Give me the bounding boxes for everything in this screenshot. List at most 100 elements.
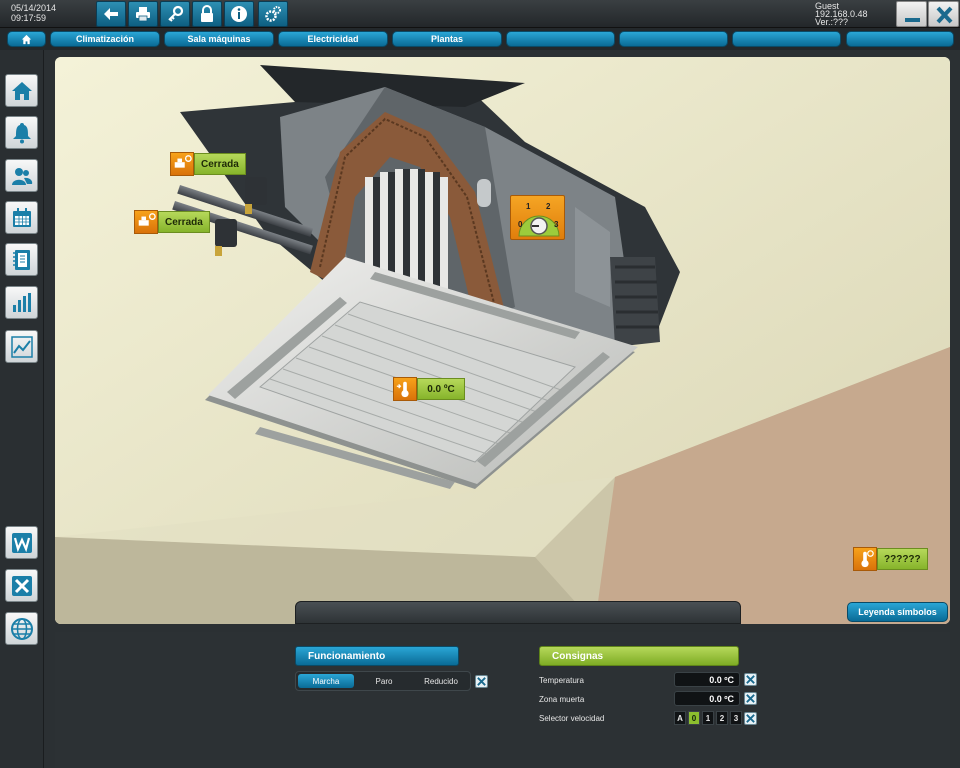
settings-button[interactable] [258, 1, 288, 27]
sidebar-line-chart-button[interactable] [5, 330, 38, 363]
temperatura-setpoint-field[interactable]: 0.0 ºC [674, 672, 740, 687]
speed-option-3[interactable]: 3 [730, 711, 742, 725]
fan-coil-illustration [55, 57, 950, 624]
sidebar [0, 50, 44, 768]
scene-bottom-tab [295, 601, 741, 624]
info-icon [231, 6, 247, 22]
sidebar-notebook-button[interactable] [5, 243, 38, 276]
tab-empty-2[interactable] [619, 31, 728, 47]
key-icon [168, 5, 184, 22]
tools-icon [746, 714, 755, 723]
zona-muerta-label: Zona muerta [539, 695, 585, 704]
tools-icon [477, 677, 486, 686]
selector-velocidad-edit-button[interactable] [744, 712, 757, 725]
tab-climatizacion[interactable]: Climatización [50, 31, 160, 47]
fan-coil-scene: Cerrada Cerrada 0 1 2 3 0.0 ºC ?????? [55, 57, 950, 624]
speed-option-0[interactable]: 0 [688, 711, 700, 725]
thermometer-icon [393, 377, 417, 401]
sidebar-users-button[interactable] [5, 159, 38, 192]
option-reducido[interactable]: Reducido [413, 674, 469, 688]
speed-mark-1: 1 [526, 202, 531, 211]
version-text: Ver.:??? [815, 17, 849, 27]
valve-icon [170, 152, 194, 176]
notebook-icon [12, 249, 30, 270]
home-icon [11, 81, 32, 100]
date-text: 05/14/2014 [11, 3, 57, 13]
back-button[interactable] [96, 1, 126, 27]
zona-muerta-field[interactable]: 0.0 ºC [674, 691, 740, 706]
tab-sala-maquinas[interactable]: Sala máquinas [164, 31, 274, 47]
print-icon [136, 7, 150, 22]
tab-empty-3[interactable] [732, 31, 841, 47]
tools-icon [746, 675, 755, 684]
sidebar-calendar-button[interactable] [5, 201, 38, 234]
time-text: 09:17:59 [11, 13, 47, 23]
print-button[interactable] [128, 1, 158, 27]
fan-speed-indicator[interactable]: 0 1 2 3 [510, 195, 565, 240]
temperatura-label: Temperatura [539, 676, 584, 685]
option-marcha[interactable]: Marcha [298, 674, 354, 688]
sidebar-excel-export-button[interactable] [5, 569, 38, 602]
home-icon [21, 34, 32, 44]
valve-status-1[interactable]: Cerrada [170, 152, 246, 176]
speed-option-1[interactable]: 1 [702, 711, 714, 725]
valve-status-2[interactable]: Cerrada [134, 210, 210, 234]
tab-home[interactable] [7, 31, 46, 47]
excel-export-icon [11, 575, 32, 596]
users-icon [11, 167, 32, 185]
line-chart-icon [10, 335, 33, 358]
close-button[interactable] [928, 1, 959, 27]
selector-velocidad-label: Selector velocidad [539, 714, 605, 723]
top-bar: 05/14/2014 09:17:59 Guest 192.168.0.48 V… [0, 0, 960, 28]
sidebar-home-button[interactable] [5, 74, 38, 107]
key-button[interactable] [160, 1, 190, 27]
thermometer-icon [853, 547, 877, 571]
sidebar-word-export-button[interactable] [5, 526, 38, 559]
minimize-button[interactable] [896, 1, 927, 27]
sidebar-bar-chart-button[interactable] [5, 286, 38, 319]
funcionamiento-settings-button[interactable] [475, 675, 488, 688]
word-export-icon [11, 532, 32, 553]
settings-icon [265, 6, 281, 22]
funcionamiento-selector: Marcha Paro Reducido [295, 671, 471, 691]
valve-status-label: Cerrada [158, 211, 210, 233]
supply-temperature-value: 0.0 ºC [417, 378, 465, 400]
alarm-bell-icon [12, 122, 31, 143]
tab-plantas[interactable]: Plantas [392, 31, 502, 47]
sidebar-globe-button[interactable] [5, 612, 38, 645]
legend-button[interactable]: Leyenda símbolos [847, 602, 948, 622]
nav-bar: Climatización Sala máquinas Electricidad… [0, 28, 960, 50]
room-temperature-value: ?????? [877, 548, 928, 570]
speed-mark-3: 3 [554, 220, 559, 229]
option-paro[interactable]: Paro [356, 674, 412, 688]
user-info: Guest 192.168.0.48 Ver.:??? [815, 2, 868, 27]
fan-speed-dial-icon [518, 215, 560, 237]
speed-option-2[interactable]: 2 [716, 711, 728, 725]
sidebar-alarms-button[interactable] [5, 116, 38, 149]
room-temperature[interactable]: ?????? [853, 547, 928, 571]
tab-empty-1[interactable] [506, 31, 615, 47]
valve-icon [134, 210, 158, 234]
tools-icon [746, 694, 755, 703]
calendar-icon [12, 207, 31, 227]
funcionamiento-header: Funcionamiento [295, 646, 459, 666]
close-icon [936, 6, 953, 24]
speed-option-a[interactable]: A [674, 711, 686, 725]
speed-mark-2: 2 [546, 202, 551, 211]
zona-muerta-edit-button[interactable] [744, 692, 757, 705]
temperatura-edit-button[interactable] [744, 673, 757, 686]
tab-electricidad[interactable]: Electricidad [278, 31, 388, 47]
valve-status-label: Cerrada [194, 153, 246, 175]
bar-chart-icon [12, 292, 31, 312]
minimize-icon [905, 18, 920, 22]
speed-mark-0: 0 [518, 220, 523, 229]
consignas-header: Consignas [539, 646, 739, 666]
supply-temperature[interactable]: 0.0 ºC [393, 377, 465, 401]
lock-button[interactable] [192, 1, 222, 27]
globe-icon [10, 617, 33, 640]
tab-empty-4[interactable] [846, 31, 954, 47]
datetime: 05/14/2014 09:17:59 [11, 3, 56, 23]
info-button[interactable] [224, 1, 254, 27]
back-icon [104, 8, 118, 20]
lock-icon [201, 5, 213, 22]
